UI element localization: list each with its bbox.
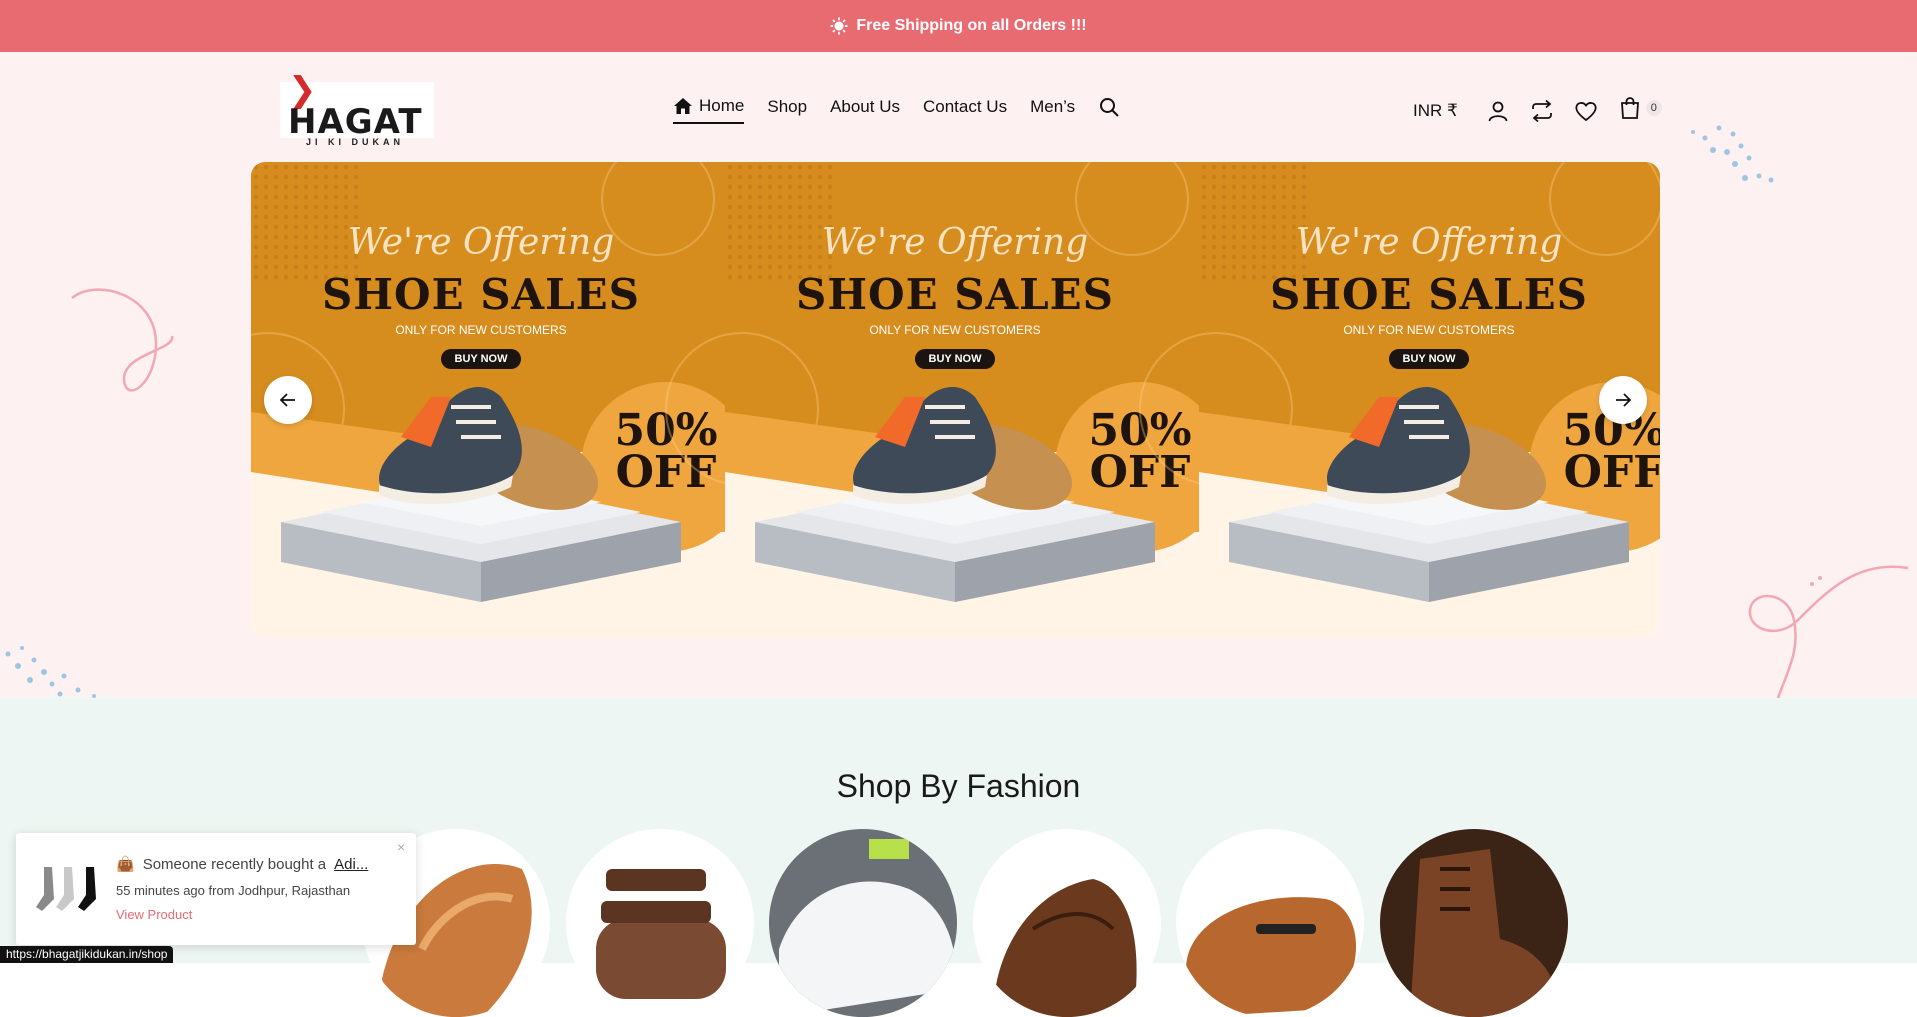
nav-home[interactable]: Home [673,96,745,124]
nav-home-label: Home [699,96,745,115]
hero-slider: We're Offering SHOE SALES ONLY FOR NEW C… [251,162,1660,637]
slide-kicker: We're Offering [821,222,1089,263]
slide-subtitle: ONLY FOR NEW CUSTOMERS [395,323,567,337]
sneaker-image [769,829,957,1017]
sneaker-image [1327,387,1547,510]
popup-close-button[interactable]: × [397,839,405,855]
nav-about-us[interactable]: About Us [830,97,900,123]
popup-meta: 55 minutes ago from Jodhpur, Rajasthan [116,883,351,898]
nav-mens[interactable]: Men’s [1030,97,1075,123]
category-white-sneakers[interactable] [769,829,957,1017]
category-loafers[interactable] [1176,829,1364,1017]
home-icon [674,98,692,114]
currency-selector[interactable]: INR ₹ [1413,101,1458,121]
hero-slide[interactable]: We're Offering SHOE SALES ONLY FOR NEW C… [665,162,1225,637]
buy-now-button[interactable]: BUY NOW [915,349,995,369]
slide-subtitle: ONLY FOR NEW CUSTOMERS [869,323,1041,337]
recent-purchase-popup[interactable]: 👜 Someone recently bought a Adi... 55 min… [16,833,416,945]
cart-button[interactable]: 0 [1618,96,1662,125]
announcement-text: Free Shipping on all Orders !!! [856,17,1087,34]
sun-icon [830,17,848,35]
popup-text: Someone recently bought a [142,855,327,873]
hero-slide[interactable]: We're Offering SHOE SALES ONLY FOR NEW C… [1139,162,1660,637]
category-brown-oxfords[interactable] [973,829,1161,1017]
sneaker-image [853,387,1073,510]
oxford-shoe-image [993,879,1137,1017]
loafer-image [1186,897,1356,1017]
socks-product-thumbnail [36,867,96,911]
decorative-squiggle-right [1748,565,1909,699]
nav-shop[interactable]: Shop [767,97,807,123]
view-product-link[interactable]: View Product [116,907,192,922]
slider-prev-button[interactable] [264,376,312,424]
boot-image [1380,829,1568,1017]
decorative-squiggle-left [71,288,174,392]
logo-text: HAGAT [288,101,423,142]
arrow-left-icon [279,393,295,407]
popup-product-link[interactable]: Adi... [334,856,368,873]
decorative-dots-left [5,646,96,698]
buy-now-button[interactable]: BUY NOW [1389,349,1469,369]
nav-contact-us[interactable]: Contact Us [923,97,1007,123]
section-title-shop-by-fashion: Shop By Fashion [836,768,1081,804]
header-actions: INR ₹ 0 [1413,96,1662,125]
nav-mens-label: Men’s [1030,97,1076,116]
slide-kicker: We're Offering [1295,222,1563,263]
nav-about-label: About Us [830,97,900,116]
site-logo[interactable]: ❯HAGAT JI KI DUKAN [280,73,434,147]
compare-icon[interactable] [1530,99,1554,123]
decorative-dots-right [1691,125,1774,183]
slide-title: SHOE SALES [795,270,1115,319]
slider-next-button[interactable] [1599,376,1647,424]
shopping-bag-icon [1620,97,1639,119]
wishlist-heart-icon[interactable] [1574,99,1598,123]
main-nav: Home Shop About Us Contact Us Men’s [673,96,1120,124]
account-icon[interactable] [1486,99,1510,123]
category-brown-boots[interactable] [1380,829,1568,1017]
hero-slide[interactable]: We're Offering SHOE SALES ONLY FOR NEW C… [251,162,751,637]
arrow-right-icon [1616,393,1632,407]
announcement-bar: Free Shipping on all Orders !!! [0,0,1917,52]
search-icon[interactable] [1098,96,1120,118]
logo-tagline: JI KI DUKAN [306,136,405,147]
slide-title: SHOE SALES [1269,270,1589,319]
shopping-bag-emoji-icon: 👜 [116,856,135,873]
slide-kicker: We're Offering [347,222,615,263]
sandal-image [596,869,726,999]
sneaker-image [379,387,599,510]
slide-subtitle: ONLY FOR NEW CUSTOMERS [1343,323,1515,337]
nav-contact-label: Contact Us [923,97,1008,116]
cart-count-badge: 0 [1645,100,1662,116]
buy-now-button[interactable]: BUY NOW [441,349,521,369]
slide-title: SHOE SALES [321,270,641,319]
category-sandals[interactable] [566,829,754,1017]
status-bar-url: https://bhagatjikidukan.in/shop [0,946,174,963]
nav-shop-label: Shop [767,97,808,116]
